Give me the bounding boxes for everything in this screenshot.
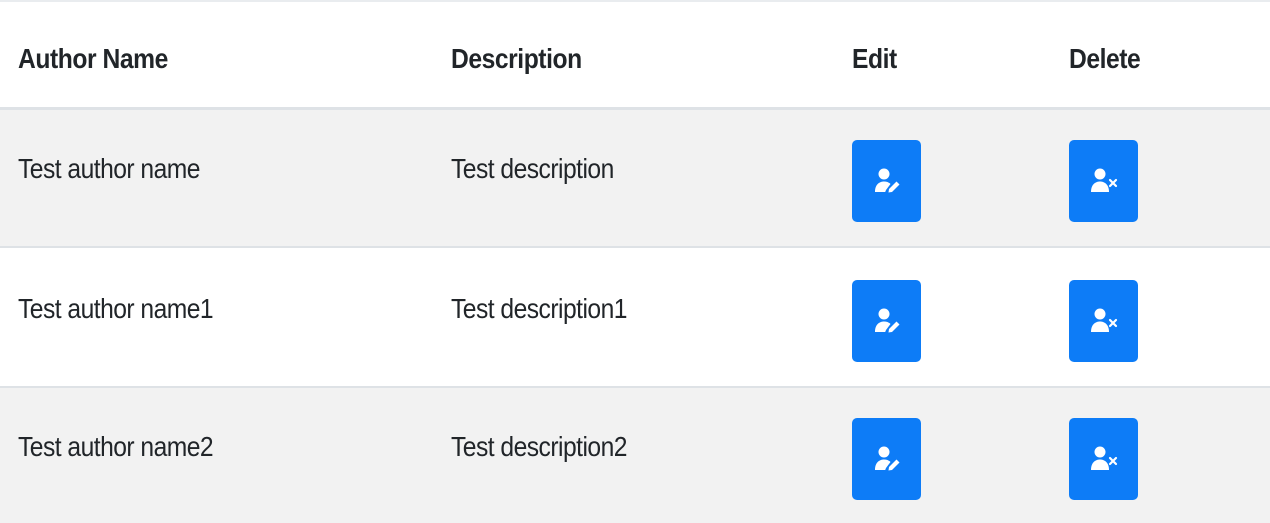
user-remove-icon bbox=[1090, 168, 1117, 192]
edit-button[interactable] bbox=[852, 280, 921, 362]
author-name-cell: Test author name bbox=[18, 153, 200, 184]
table-header-row: Author Name Description Edit Delete bbox=[0, 2, 1270, 110]
table-row: Test author name Test description bbox=[0, 110, 1270, 248]
table-row: Test author name2 Test description2 bbox=[0, 388, 1270, 523]
description-cell: Test description bbox=[451, 153, 614, 184]
description-cell: Test description1 bbox=[451, 293, 627, 324]
user-remove-icon bbox=[1090, 308, 1117, 332]
header-delete: Delete bbox=[1069, 43, 1141, 74]
description-cell: Test description2 bbox=[451, 431, 627, 462]
user-remove-icon bbox=[1090, 446, 1117, 470]
header-edit: Edit bbox=[852, 43, 897, 74]
delete-button[interactable] bbox=[1069, 418, 1138, 500]
delete-button[interactable] bbox=[1069, 280, 1138, 362]
edit-button[interactable] bbox=[852, 418, 921, 500]
header-author-name: Author Name bbox=[18, 43, 168, 74]
user-edit-icon bbox=[874, 446, 899, 471]
table-row: Test author name1 Test description1 bbox=[0, 250, 1270, 388]
delete-button[interactable] bbox=[1069, 140, 1138, 222]
author-name-cell: Test author name1 bbox=[18, 293, 214, 324]
header-description: Description bbox=[451, 43, 582, 74]
edit-button[interactable] bbox=[852, 140, 921, 222]
user-edit-icon bbox=[874, 168, 899, 193]
authors-table: Author Name Description Edit Delete Test… bbox=[0, 0, 1270, 523]
user-edit-icon bbox=[874, 308, 899, 333]
author-name-cell: Test author name2 bbox=[18, 431, 214, 462]
